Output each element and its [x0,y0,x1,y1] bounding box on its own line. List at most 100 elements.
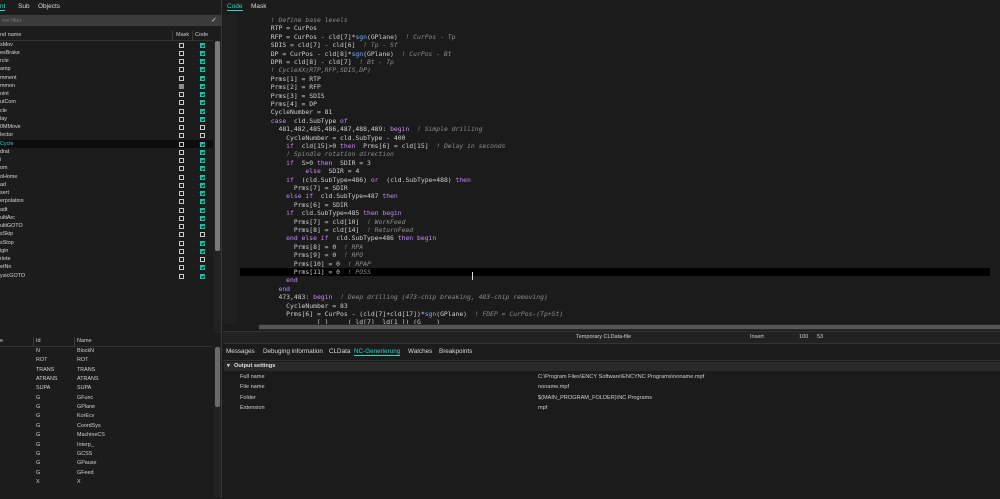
code-checkbox[interactable] [200,174,205,180]
code-checkbox[interactable] [200,133,205,139]
code-checkbox[interactable] [200,265,205,271]
tab-cldata[interactable]: CLData [329,348,350,355]
column-e-header[interactable]: e [0,338,3,344]
code-checkbox[interactable] [200,248,205,254]
code-checkbox[interactable] [200,240,205,246]
tab-messages[interactable]: Messages [226,348,255,355]
list-item[interactable]: drat [0,148,213,156]
column-mask-header[interactable]: Mask [176,32,189,38]
list-item[interactable]: 0MMove [0,124,213,132]
mask-checkbox[interactable] [179,248,184,254]
code-checkbox[interactable] [200,116,205,122]
code-line[interactable]: end [240,276,298,284]
code-line[interactable]: end else if cld.SubType=486 then begin [240,234,436,242]
list-item[interactable]: ultiArc [0,214,213,222]
list-item[interactable]: mmon [0,82,213,90]
list-item[interactable]: mment [0,74,213,82]
code-checkbox[interactable] [200,224,205,229]
mask-checkbox[interactable] [179,224,184,229]
code-checkbox[interactable] [200,67,205,73]
table-row[interactable]: G GFunc [0,394,213,403]
code-line[interactable]: Prms[6] = SDIR [240,201,348,209]
code-line[interactable]: else if cld.SubType=487 then [240,192,398,200]
code-line[interactable]: Prms[7] = cld[10] ! WorkFeed [240,218,406,226]
code-checkbox[interactable] [200,273,205,279]
code-line[interactable]: ! Spindle rotation direction [240,150,394,158]
code-line[interactable]: if (cld.SubType=486) or (cld.SubType=488… [240,176,471,184]
tab-breakpoints[interactable]: Breakpoints [439,348,472,355]
mask-checkbox[interactable] [179,108,184,114]
list-item[interactable]: igin [0,247,213,255]
mask-checkbox[interactable] [179,125,184,130]
code-checkbox[interactable] [200,182,205,188]
code-checkbox[interactable] [200,257,205,262]
table-row[interactable]: TRANS TRANS [0,366,213,375]
code-line[interactable]: CycleNumber = 81 [240,108,333,116]
list-item[interactable]: oHome [0,173,213,181]
table-row[interactable]: N BlockN [0,347,213,356]
code-line[interactable]: Prms[9] = 0 ! RPO [240,251,363,259]
code-checkbox[interactable] [200,92,205,97]
code-line[interactable]: Prms[4] = DP [240,100,317,108]
list-item[interactable]: i [0,157,213,165]
mask-checkbox[interactable] [179,191,184,196]
mask-checkbox[interactable] [179,92,184,97]
table-row[interactable]: G CoordSys [0,422,213,431]
mask-checkbox[interactable] [179,273,184,279]
mask-checkbox[interactable] [179,149,184,155]
code-checkbox[interactable] [200,158,205,163]
column-id-header[interactable]: Id [36,338,41,344]
mask-checkbox[interactable] [179,75,184,81]
code-checkbox[interactable] [200,75,205,81]
column-code-header[interactable]: Code [195,32,208,38]
table-row[interactable]: SUPA SUPA [0,384,213,393]
code-line[interactable]: CycleNumber = cld.SubType - 400 [240,134,405,142]
tab-mask[interactable]: Mask [251,3,267,10]
list-item[interactable]: lay [0,115,213,123]
tab-nt[interactable]: nt [0,3,6,11]
mask-checkbox[interactable] [179,174,184,180]
code-checkbox[interactable] [200,83,205,89]
mask-checkbox[interactable] [179,67,184,73]
mask-checkbox[interactable] [179,141,184,147]
code-line[interactable]: Prms[6] = CurPos - (cld[7]+cld[17])*sgn(… [240,310,563,318]
code-line[interactable]: if cld.SubType=485 then begin [240,209,401,217]
mask-checkbox[interactable] [179,158,184,163]
property-value[interactable]: C:\Program Files\ENCY Software\ENCYNC Pr… [538,374,704,380]
mask-checkbox[interactable] [179,166,184,172]
code-line[interactable]: Prms[3] = SDIS [240,92,325,100]
code-line[interactable]: case cld.SubType of [240,117,348,125]
collapse-icon[interactable]: ▾ [227,363,230,369]
list-item[interactable]: sStop [0,239,213,247]
code-line[interactable]: RTP = CurPos [240,24,317,32]
list-item[interactable]: om [0,165,213,173]
code-line[interactable]: else SDIR = 4 [240,167,359,175]
list-item[interactable]: rcle [0,58,213,66]
mask-checkbox[interactable] [179,207,184,213]
editor-scroll-thumb[interactable] [259,325,1000,329]
code-checkbox[interactable] [200,191,205,196]
mask-checkbox[interactable] [179,42,184,48]
list-item[interactable]: Cycle [0,140,213,149]
list-item[interactable]: ultiGOTO [0,223,213,231]
mask-checkbox[interactable] [179,199,184,205]
tab-watches[interactable]: Watches [408,348,432,355]
mask-checkbox[interactable] [179,232,184,238]
code-line[interactable]: Prms[8] = cld[14] ! ReturnFeed [240,226,413,234]
property-value[interactable]: $(MAIN_PROGRAM_FOLDER)\NC Programs [538,395,652,401]
code-line[interactable]: 473,483: begin ! Deep drilling (473-chip… [240,293,547,301]
code-checkbox[interactable] [200,100,205,106]
output-settings-header[interactable]: ▾ Output settings [224,362,1000,371]
check-icon[interactable]: ✓ [211,16,217,24]
table-row[interactable]: G MachineCS [0,431,213,440]
table-row[interactable]: ROT ROT [0,356,213,365]
list-item[interactable]: sert [0,190,213,198]
code-checkbox[interactable] [200,166,205,172]
property-row[interactable]: File name noname.mpf [223,383,1000,393]
filter-input[interactable] [0,15,202,26]
code-checkbox[interactable] [200,50,205,56]
list-item[interactable]: sMov [0,41,213,49]
code-checkbox[interactable] [200,108,205,114]
mask-checkbox[interactable] [179,133,184,139]
table-row[interactable]: G GPlane [0,403,213,412]
